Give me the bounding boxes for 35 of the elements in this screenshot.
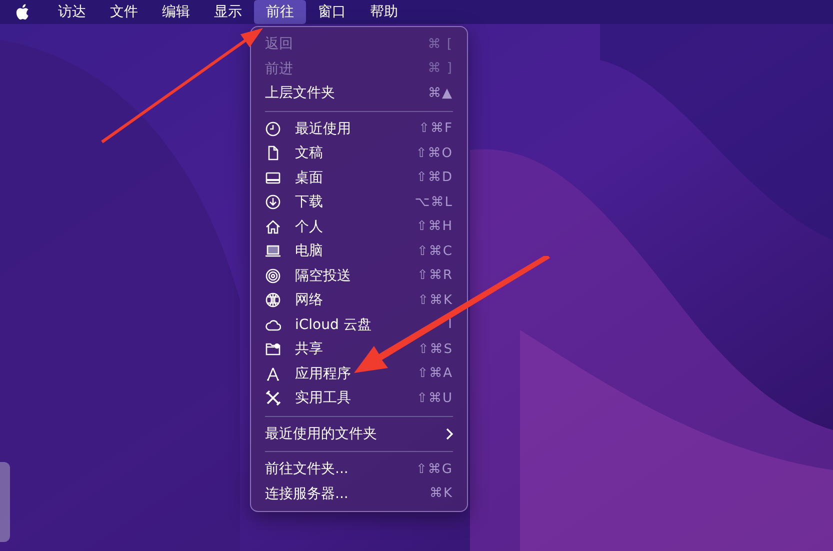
menu-item[interactable]: 下载 ⌥⌘L	[257, 190, 461, 214]
menu-bar-item[interactable]: 前往	[254, 0, 306, 24]
menu-item[interactable]: 最近使用的文件夹	[257, 422, 461, 446]
menu-bar-item[interactable]: 窗口	[306, 0, 358, 24]
laptop-icon	[265, 243, 281, 260]
home-icon	[265, 218, 281, 235]
menu-item[interactable]: 应用程序 ⇧⌘A	[257, 362, 461, 386]
menu-bar-item[interactable]: 显示	[202, 0, 254, 24]
menu-item[interactable]: 实用工具 ⇧⌘U	[257, 386, 461, 410]
tools-icon	[265, 390, 281, 406]
menu-item[interactable]: 个人 ⇧⌘H	[257, 214, 461, 239]
shared-folder-icon	[265, 341, 281, 358]
globe-icon	[265, 292, 281, 308]
menu-item[interactable]: 上层文件夹 ⌘▲	[257, 81, 461, 106]
menu-item[interactable]: 文稿 ⇧⌘O	[257, 141, 461, 166]
menu-bar-item[interactable]: 编辑	[150, 0, 202, 24]
app-store-icon	[265, 366, 281, 382]
menu-bar-item[interactable]: 访达	[46, 0, 98, 24]
clock-icon	[265, 120, 281, 137]
menu-item[interactable]: 电脑 ⇧⌘C	[257, 239, 461, 264]
menu-item[interactable]: 网络 ⇧⌘K	[257, 288, 461, 312]
download-icon	[265, 194, 281, 210]
menu-item[interactable]: 隔空投送 ⇧⌘R	[257, 264, 461, 288]
apple-logo-icon[interactable]	[14, 3, 30, 21]
menu-item[interactable]: 最近使用 ⇧⌘F	[257, 116, 461, 141]
airdrop-icon	[265, 268, 281, 284]
menu-item[interactable]: 共享 ⇧⌘S	[257, 337, 461, 362]
chevron-right-icon	[445, 428, 453, 440]
menu-bar-item[interactable]: 文件	[98, 0, 150, 24]
menu-item[interactable]: 连接服务器... ⌘K	[257, 482, 461, 506]
menu-item[interactable]: 前往文件夹... ⇧⌘G	[257, 457, 461, 482]
menu-item[interactable]: iCloud 云盘 I	[257, 312, 461, 337]
desktop-icon	[265, 170, 281, 186]
menu-item[interactable]: 桌面 ⇧⌘D	[257, 166, 461, 190]
menu-bar-item[interactable]: 帮助	[358, 0, 410, 24]
